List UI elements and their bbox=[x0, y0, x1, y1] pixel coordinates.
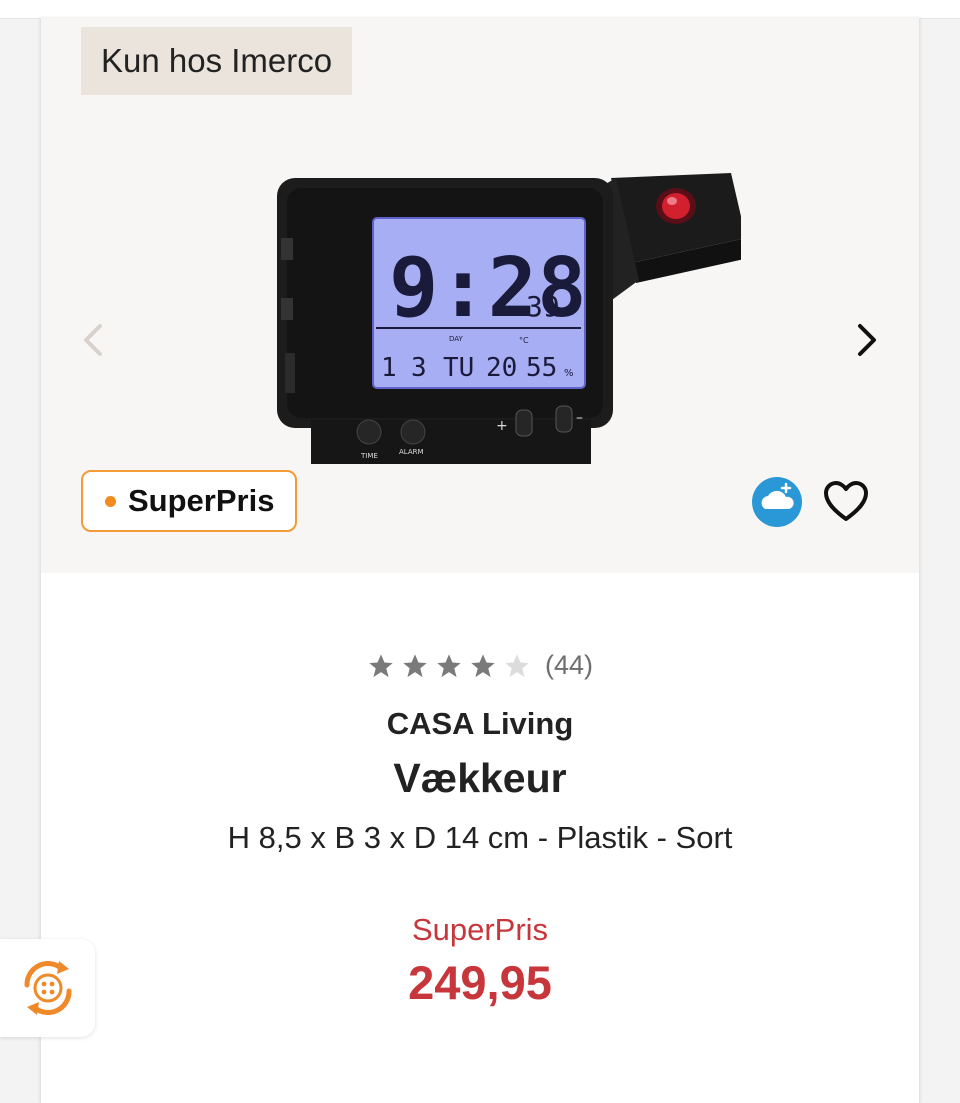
clock-temp-unit: °C bbox=[519, 336, 529, 345]
badge-dot bbox=[105, 495, 116, 507]
loyalty-widget-icon bbox=[23, 961, 72, 1015]
clock-day-label: DAY bbox=[449, 335, 464, 343]
rating-stars bbox=[367, 652, 531, 680]
top-bar bbox=[0, 0, 960, 19]
chevron-left-icon bbox=[84, 324, 102, 356]
star-filled-icon bbox=[403, 653, 427, 677]
clock-temperature: 20 bbox=[486, 353, 517, 383]
product-image-carousel[interactable]: Kun hos Imerco 9:28 39 1 3 DAY TU 20 °C bbox=[41, 18, 919, 573]
product-description: H 8,5 x B 3 x D 14 cm - Plastik - Sort bbox=[227, 820, 733, 855]
superpris-badge-label: SuperPris bbox=[128, 483, 275, 518]
star-empty-icon bbox=[505, 653, 529, 677]
cloud-plus-icon bbox=[752, 477, 802, 527]
svg-text:+: + bbox=[496, 418, 508, 434]
clock-weekday: TU bbox=[443, 353, 474, 383]
svg-text:–: – bbox=[576, 410, 583, 426]
product-card[interactable]: Kun hos Imerco 9:28 39 1 3 DAY TU 20 °C bbox=[40, 18, 920, 1103]
chevron-right-icon bbox=[858, 324, 876, 356]
clock-humidity: 55 bbox=[526, 353, 557, 383]
product-rating[interactable]: (44) bbox=[41, 650, 919, 681]
product-brand[interactable]: CASA Living bbox=[41, 706, 919, 742]
clock-seconds: 39 bbox=[526, 290, 560, 323]
heart-outline-icon bbox=[824, 481, 868, 521]
superpris-badge: SuperPris bbox=[81, 470, 297, 532]
star-filled-icon bbox=[471, 653, 495, 677]
carousel-prev-button[interactable] bbox=[75, 318, 111, 362]
loyalty-widget-button[interactable] bbox=[0, 939, 95, 1037]
clock-date-day: 1 bbox=[381, 353, 397, 383]
clock-date-month: 3 bbox=[411, 353, 427, 383]
climate-cloud-button[interactable] bbox=[751, 476, 803, 528]
clock-humidity-unit: % bbox=[564, 368, 574, 379]
star-filled-icon bbox=[437, 653, 461, 677]
product-price: 249,95 bbox=[408, 956, 552, 1009]
star-filled-icon bbox=[369, 653, 393, 677]
product-image[interactable]: 9:28 39 1 3 DAY TU 20 °C 55 % TIME ALARM… bbox=[221, 138, 741, 478]
clock-button-alarm-label: ALARM bbox=[399, 448, 424, 456]
price-label: SuperPris bbox=[411, 912, 549, 947]
wishlist-button[interactable] bbox=[819, 474, 873, 528]
rating-count[interactable]: (44) bbox=[545, 650, 593, 681]
exclusive-badge: Kun hos Imerco bbox=[81, 27, 353, 95]
carousel-next-button[interactable] bbox=[849, 318, 885, 362]
clock-button-time-label: TIME bbox=[360, 452, 378, 460]
product-name[interactable]: Vækkeur bbox=[41, 755, 919, 802]
